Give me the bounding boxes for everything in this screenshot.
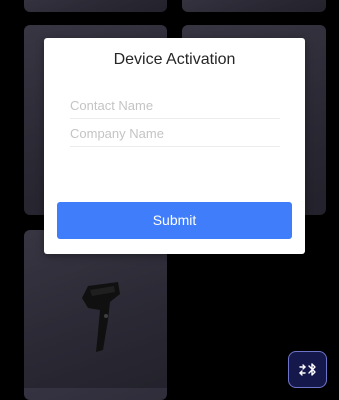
device-activation-dialog: Device Activation Submit <box>44 38 305 254</box>
company-name-field <box>70 122 280 147</box>
submit-button[interactable]: Submit <box>57 202 292 239</box>
contact-name-input[interactable] <box>70 94 280 116</box>
contact-name-field <box>70 94 280 119</box>
company-name-input[interactable] <box>70 122 280 144</box>
bluetooth-button[interactable] <box>288 351 327 388</box>
dialog-title: Device Activation <box>113 51 236 68</box>
bluetooth-transfer-icon <box>299 363 316 376</box>
